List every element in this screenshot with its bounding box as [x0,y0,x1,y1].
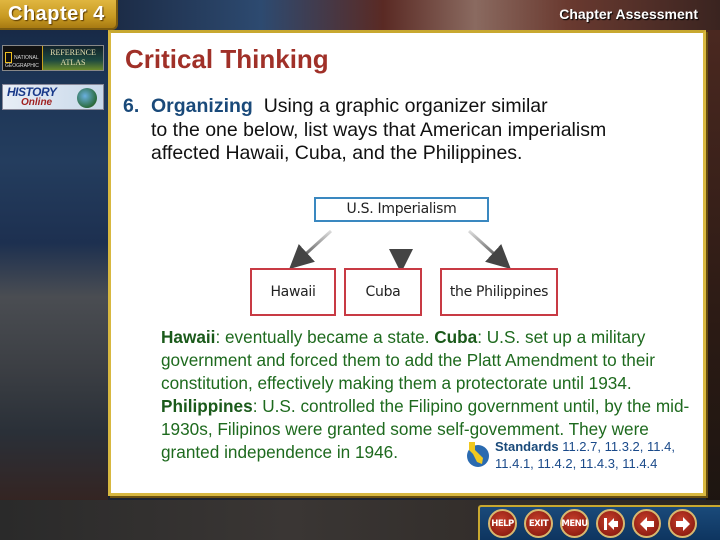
section-title: Chapter Assessment [559,6,698,22]
arrow-to-hawaii [289,229,333,270]
help-button[interactable]: HELP [488,509,517,538]
chapter-tab: Chapter 4 [0,0,118,30]
right-photo-strip [706,30,720,540]
question-keyword: Organizing [151,95,253,117]
arrow-left-icon [639,516,654,531]
question: 6. Organizing Using a graphic organizer s… [123,95,663,166]
answer-hawaii-label: Hawaii [161,327,216,347]
navigation-bar: HELP EXIT MENU [478,505,720,540]
organizer-leaf-hawaii: Hawaii [250,268,336,316]
content-panel: Critical Thinking 6. Organizing Using a g… [108,30,706,496]
menu-button[interactable]: MENU [560,509,589,538]
atlas-line1: REFERENCE [50,48,96,57]
reference-atlas-label: REFERENCE ATLAS [43,46,103,70]
first-slide-button[interactable] [596,509,625,538]
national-geographic-logo: NATIONAL GEOGRAPHIC [3,46,43,70]
standards-label: Standards [495,439,559,454]
standards-note: Standards 11.2.7, 11.3.2, 11.4, 11.4.1, … [463,438,703,472]
sidebar-photo-collage [0,0,108,540]
atlas-line2: ATLAS [60,58,86,67]
question-text-rest: to the one below, list ways that America… [151,118,607,165]
history-online-button[interactable]: HISTORY Online [2,84,104,110]
skip-back-arrow-icon [603,517,618,530]
answer-cuba-label: Cuba [434,327,478,347]
arrow-right-icon [675,516,690,531]
organizer-leaf-philippines: the Philippines [440,268,558,316]
next-slide-button[interactable] [668,509,697,538]
slide-title: Critical Thinking [125,44,329,74]
exit-button[interactable]: EXIT [524,509,553,538]
arrow-to-philippines [467,229,511,270]
reference-atlas-button[interactable]: NATIONAL GEOGRAPHIC REFERENCE ATLAS [2,45,104,71]
answer-philippines-label: Philippines [161,396,253,416]
organizer-root-box: U.S. Imperialism [314,197,489,222]
previous-slide-button[interactable] [632,509,661,538]
question-text-first: Using a graphic organizer similar [263,95,548,117]
answer-hawaii-text: : eventually became a state. [215,327,435,347]
california-standards-icon [467,442,489,467]
globe-icon [77,88,97,108]
organizer-leaf-cuba: Cuba [344,268,422,316]
question-number: 6. [123,95,140,117]
